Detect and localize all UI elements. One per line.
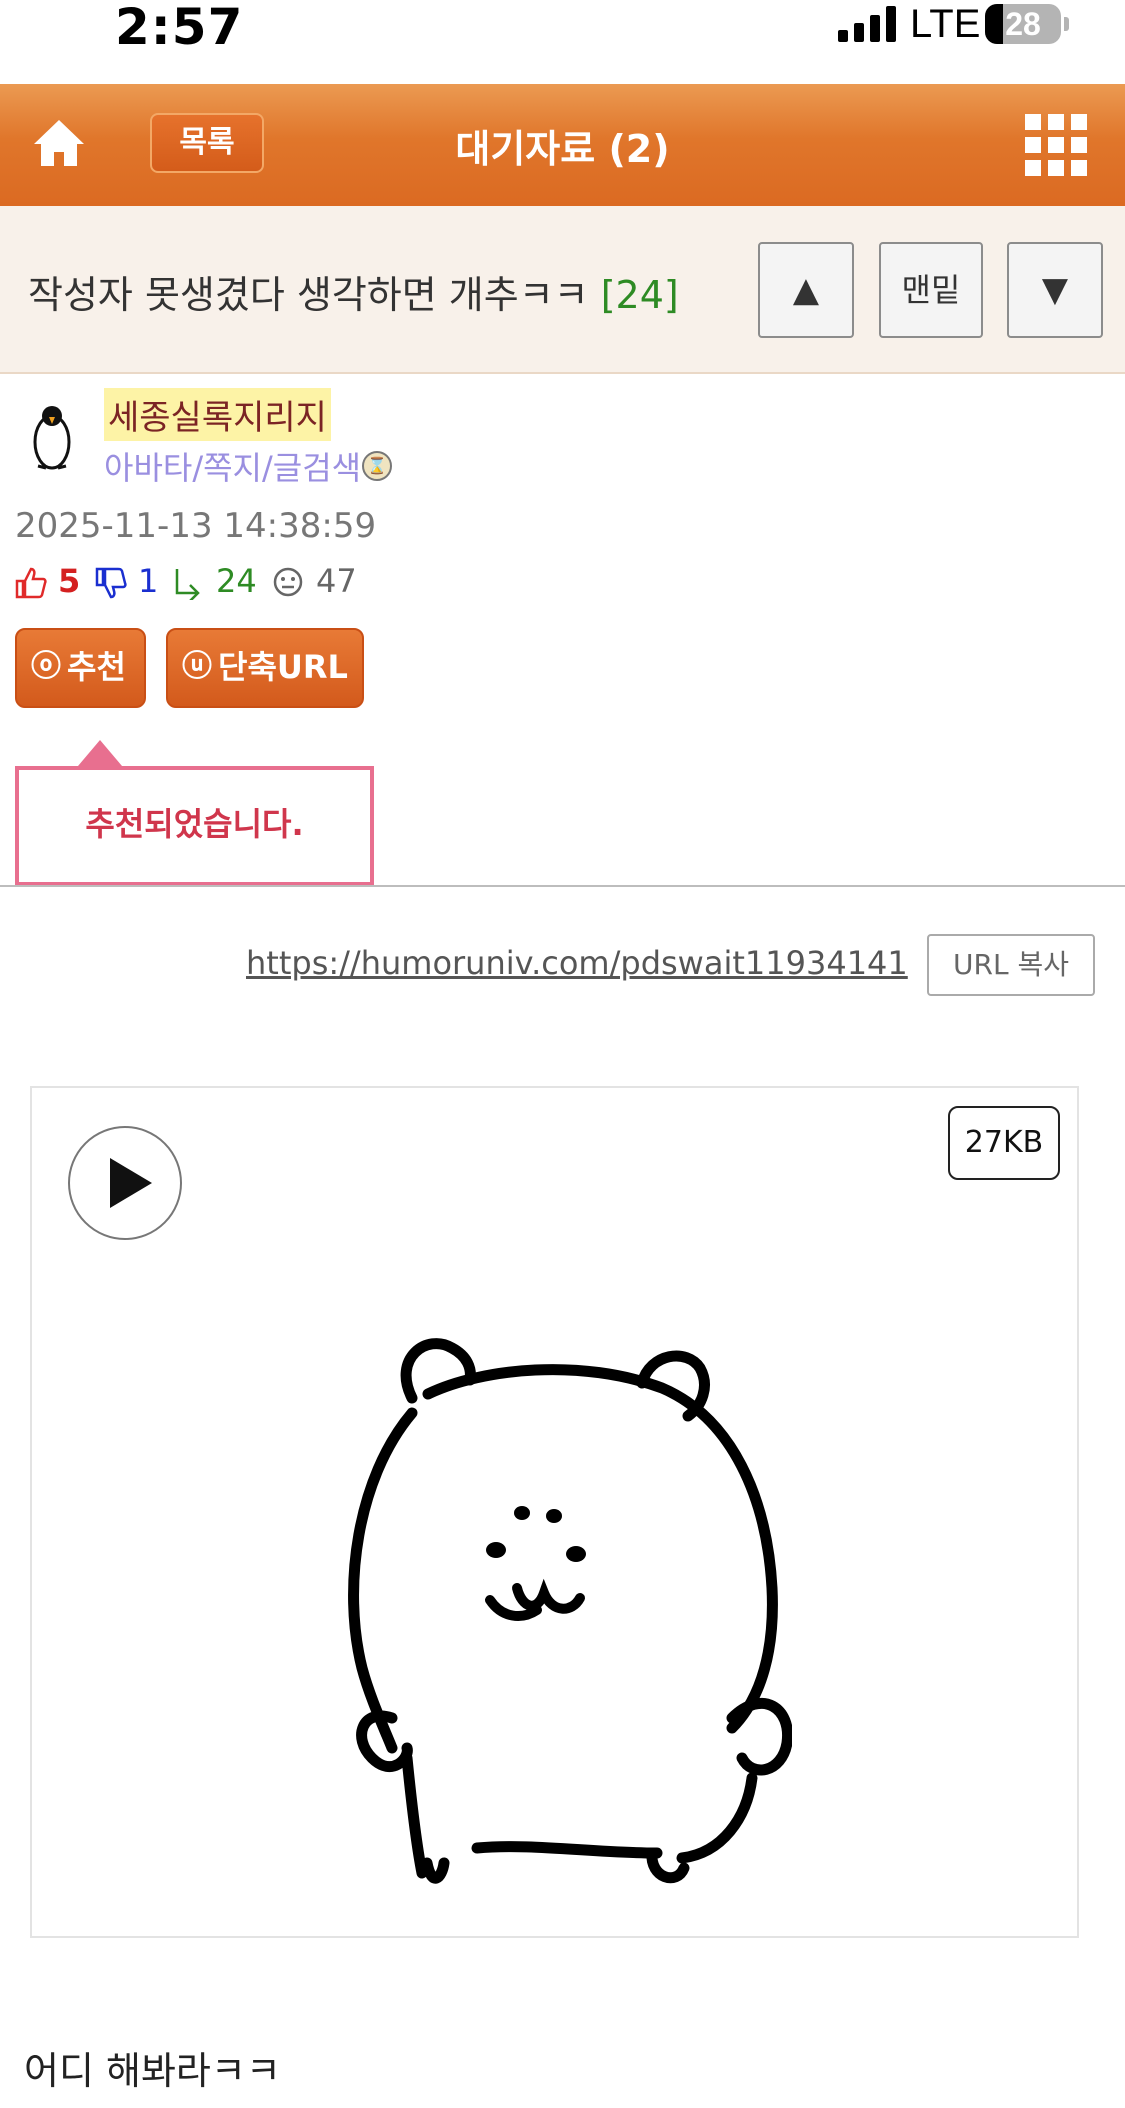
recommend-button[interactable]: ⓞ 추천 — [15, 628, 146, 708]
list-button[interactable]: 목록 — [150, 113, 264, 173]
media-player[interactable]: 27KB — [30, 1086, 1079, 1938]
tooltip-arrow — [78, 740, 122, 766]
avatar[interactable] — [28, 402, 76, 474]
post-title-text: 작성자 못생겼다 생각하면 개추ㅋㅋ — [28, 273, 589, 317]
like-count: 5 — [58, 562, 81, 600]
dislike-count: 1 — [138, 562, 159, 600]
recommend-icon: ⓞ — [31, 649, 61, 684]
next-post-button[interactable]: ▼ — [1007, 242, 1103, 338]
short-url-icon: ⓤ — [182, 649, 212, 684]
view-count: 47 — [316, 562, 357, 600]
thumbs-down-icon — [95, 567, 127, 599]
post-title: 작성자 못생겼다 생각하면 개추ㅋㅋ [24] — [28, 264, 679, 319]
author-links[interactable]: 아바타/쪽지/글검색 — [104, 443, 361, 489]
post-date: 2025-11-13 14:38:59 — [15, 506, 377, 546]
home-icon — [34, 120, 84, 166]
page-title: 대기자료 (2) — [455, 127, 670, 171]
penguin-avatar-icon — [33, 406, 71, 470]
bear-illustration — [348, 1338, 792, 1884]
short-url-label: 단축URL — [218, 648, 348, 686]
file-size-badge: 27KB — [948, 1106, 1060, 1180]
comment-count[interactable]: [24] — [601, 273, 679, 317]
divider — [0, 885, 1125, 887]
author-name[interactable]: 세종실록지리지 — [104, 388, 331, 441]
recommend-label: 추천 — [67, 648, 126, 686]
battery-cap — [1064, 17, 1069, 31]
status-time: 2:57 — [115, 0, 244, 56]
reply-arrow-icon — [175, 569, 200, 600]
play-button[interactable] — [68, 1126, 182, 1240]
grid-menu-icon[interactable] — [1025, 114, 1087, 176]
status-bar: 2:57 LTE 28 — [0, 0, 1125, 84]
network-type: LTE — [910, 2, 981, 46]
battery-icon: 28 — [985, 4, 1061, 44]
post-body-text: 어디 해봐라ㅋㅋ — [24, 2049, 281, 2093]
post-url-link[interactable]: https://humoruniv.com/pdswait11934141 — [246, 944, 908, 982]
scroll-bottom-button[interactable]: 맨밑 — [879, 242, 983, 338]
thumbs-up-icon — [15, 567, 47, 599]
author-badge-icon: ⌛ — [362, 451, 392, 481]
recommend-tooltip: 추천되었습니다. — [15, 766, 374, 886]
short-url-button[interactable]: ⓤ 단축URL — [166, 628, 364, 708]
eye-face-icon — [273, 567, 303, 597]
reply-count: 24 — [216, 562, 257, 600]
prev-post-button[interactable]: ▲ — [758, 242, 854, 338]
signal-icon — [838, 6, 900, 42]
battery-level: 28 — [1005, 6, 1041, 42]
post-title-bar: 작성자 못생겼다 생각하면 개추ㅋㅋ [24] ▲ 맨밑 ▼ — [0, 206, 1125, 374]
copy-url-button[interactable]: URL 복사 — [927, 934, 1095, 996]
play-icon — [110, 1158, 152, 1208]
home-button[interactable] — [30, 114, 88, 172]
app-header: 목록 대기자료 (2) — [0, 84, 1125, 206]
